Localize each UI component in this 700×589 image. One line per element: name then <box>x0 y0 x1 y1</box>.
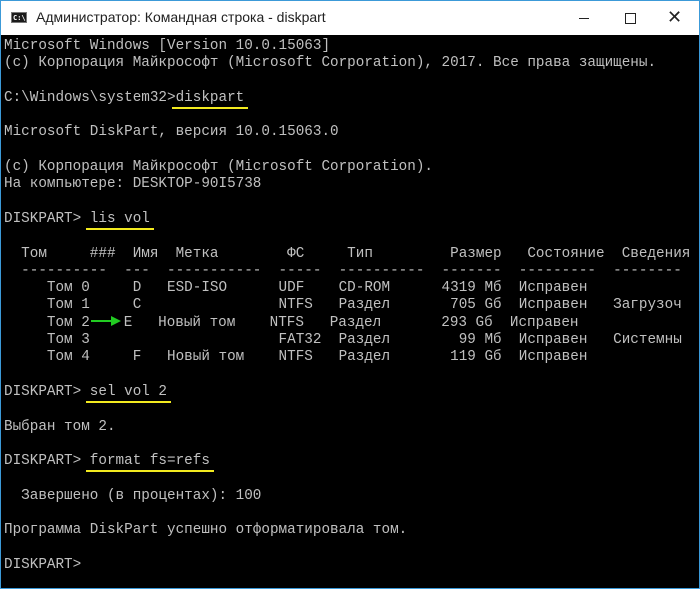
prompt: DISKPART> <box>4 383 90 400</box>
output-line: Программа DiskPart успешно отформатирова… <box>4 522 699 539</box>
output-text: Программа DiskPart успешно отформатирова… <box>4 522 408 539</box>
prompt: DISKPART> <box>4 453 90 470</box>
green-arrow-icon <box>90 315 124 326</box>
output-text: Завершено (в процентах): 100 <box>4 487 262 504</box>
output-text: (c) Корпорация Майкрософт (Microsoft Cor… <box>4 159 433 176</box>
output-text: Том 2 <box>4 314 90 331</box>
close-button[interactable]: ✕ <box>653 1 699 35</box>
output-text: Том 1 C NTFS Раздел 705 Gб Исправен Загр… <box>4 297 682 314</box>
output-text: Том 4 F Новый том NTFS Раздел 119 Gб Исп… <box>4 349 588 366</box>
console-output[interactable]: Microsoft Windows [Version 10.0.15063] (c… <box>4 38 699 588</box>
maximize-button[interactable] <box>607 1 653 35</box>
output-text: Microsoft Windows [Version 10.0.15063] <box>4 38 331 54</box>
highlighted-command: format fs=refs <box>89 453 210 470</box>
output-line: Завершено (в процентах): 100 <box>4 488 699 505</box>
output-line: Том 2 E Новый том NTFS Раздел 293 Gб Испр… <box>4 315 699 332</box>
prompt: DISKPART> <box>4 556 90 573</box>
output-text: E Новый том NTFS Раздел 293 Gб Исправен <box>123 314 579 331</box>
prompt: DISKPART> <box>4 210 90 227</box>
output-text: Том 3 FAT32 Раздел 99 Мб Исправен Систем… <box>4 332 682 349</box>
output-text: Том ### Имя Метка ФС Тип Размер Состояни… <box>4 245 691 262</box>
output-text: Выбран том 2. <box>4 418 116 435</box>
output-line: Microsoft DiskPart, версия 10.0.15063.0 <box>4 124 699 141</box>
output-line: (c) Корпорация Майкрософт (Microsoft Cor… <box>4 159 699 176</box>
output-line: Microsoft Windows [Version 10.0.15063] <box>4 38 699 55</box>
minimize-icon <box>579 18 589 19</box>
highlighted-command: lis vol <box>89 210 150 227</box>
output-line: Выбран том 2. <box>4 419 699 436</box>
command-line: C:\Windows\system32>diskpart <box>4 90 699 107</box>
command-line: DISKPART> sel vol 2 <box>4 384 699 401</box>
output-line: Том 0 D ESD-ISO UDF CD-ROM 4319 Мб Испра… <box>4 280 699 297</box>
maximize-icon <box>625 13 636 24</box>
output-line: (c) Корпорация Майкрософт (Microsoft Cor… <box>4 55 699 72</box>
output-line: Том 4 F Новый том NTFS Раздел 119 Gб Исп… <box>4 349 699 366</box>
output-line: На компьютере: DESKTOP-90I5738 <box>4 176 699 193</box>
output-line: Том 3 FAT32 Раздел 99 Мб Исправен Систем… <box>4 332 699 349</box>
output-text: (c) Корпорация Майкрософт (Microsoft Cor… <box>4 55 657 72</box>
output-text: ---------- --- ----------- ----- -------… <box>4 262 682 279</box>
close-icon: ✕ <box>667 7 683 28</box>
output-line: Том ### Имя Метка ФС Тип Размер Состояни… <box>4 246 699 263</box>
output-text: Microsoft DiskPart, версия 10.0.15063.0 <box>4 124 339 141</box>
command-prompt-window: C:\. Администратор: Командная строка - d… <box>0 0 700 589</box>
command-line: DISKPART> lis vol <box>4 211 699 228</box>
prompt: C:\Windows\system32> <box>4 89 176 106</box>
minimize-button[interactable] <box>561 1 607 35</box>
title-bar[interactable]: C:\. Администратор: Командная строка - d… <box>1 1 699 35</box>
cmd-icon: C:\. <box>11 12 30 23</box>
window-title: Администратор: Командная строка - diskpa… <box>36 9 326 25</box>
output-line: ---------- --- ----------- ----- -------… <box>4 263 699 280</box>
highlighted-command: diskpart <box>175 89 245 106</box>
output-text: На компьютере: DESKTOP-90I5738 <box>4 176 262 193</box>
highlighted-command: sel vol 2 <box>89 383 168 400</box>
command-line: DISKPART> <box>4 557 699 574</box>
output-line: Том 1 C NTFS Раздел 705 Gб Исправен Загр… <box>4 297 699 314</box>
output-text: Том 0 D ESD-ISO UDF CD-ROM 4319 Мб Испра… <box>4 280 588 297</box>
command-line: DISKPART> format fs=refs <box>4 453 699 470</box>
